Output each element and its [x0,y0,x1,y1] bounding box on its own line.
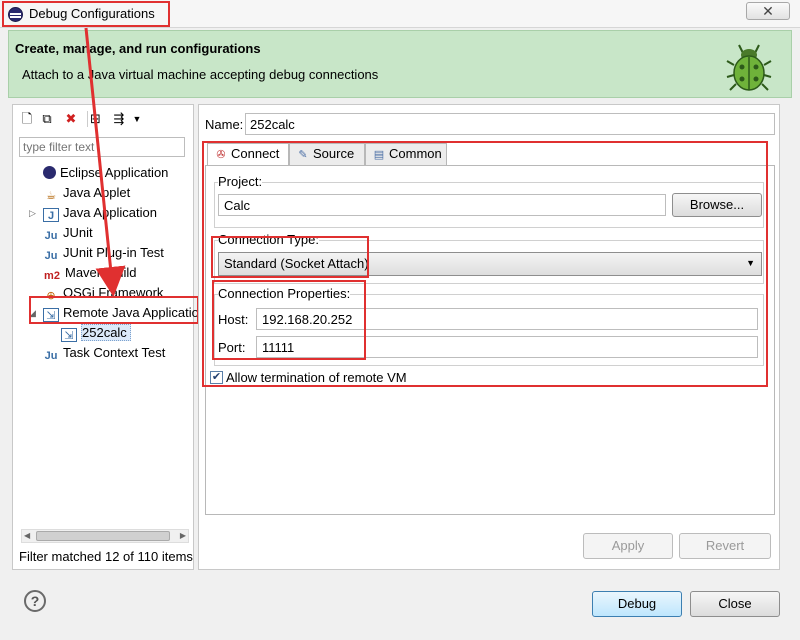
dialog-header: Create, manage, and run configurations A… [8,30,792,98]
header-subtitle: Attach to a Java virtual machine accepti… [22,67,379,82]
tree-item-junit-plugin-test[interactable]: Ju JUnit Plug-in Test [43,243,164,263]
scroll-left-icon[interactable]: ◀ [24,530,30,542]
collapse-all-icon[interactable]: ⊟ [87,111,103,127]
apply-button[interactable]: Apply [583,533,673,559]
horizontal-scrollbar[interactable]: ◀ ▶ [21,529,189,543]
java-application-icon: J [43,208,59,222]
configuration-list-panel: 🗋 ⧉ ✖ ⊟ ⇶ ▼ Eclipse Application ☕Java Ap… [12,104,206,570]
filter-icon[interactable]: ⇶ [111,111,127,127]
remote-launch-icon: ⇲ [61,328,77,342]
config-toolbar: 🗋 ⧉ ✖ ⊟ ⇶ ▼ [17,109,187,131]
filter-input[interactable] [19,137,185,157]
tree-item-junit[interactable]: Ju JUnit [43,223,93,243]
tree-item-java-application[interactable]: J Java Application [43,203,157,223]
maven-icon: m2 [44,270,60,282]
view-menu-chevron-icon[interactable]: ▼ [129,111,145,127]
header-title: Create, manage, and run configurations [15,41,261,56]
eclipse-icon [43,166,56,179]
filter-status: Filter matched 12 of 110 items [19,549,193,564]
name-label: Name: [205,117,244,132]
remote-java-highlight [29,296,199,324]
tree-item-252calc[interactable]: ⇲ 252calc [61,323,131,343]
close-button[interactable]: Close [690,591,780,617]
delete-icon[interactable]: ✖ [63,111,79,127]
junit-plugin-icon: Ju [44,250,58,262]
java-applet-icon: ☕ [46,190,56,202]
title-highlight [2,1,170,27]
name-input[interactable] [245,113,775,135]
connection-properties-highlight [212,280,366,360]
tree-item-task-context-test[interactable]: Ju Task Context Test [43,343,166,363]
tree-item-maven-build[interactable]: m2 Maven Build [43,263,137,283]
debug-button[interactable]: Debug [592,591,682,617]
scrollbar-thumb[interactable] [36,531,170,541]
new-config-icon[interactable]: 🗋 [19,111,35,127]
connection-type-highlight [211,236,369,278]
duplicate-icon[interactable]: ⧉ [39,111,55,127]
junit-icon: Ju [44,230,58,242]
debug-bug-icon [726,44,772,91]
scroll-right-icon[interactable]: ▶ [180,530,186,542]
revert-button[interactable]: Revert [679,533,771,559]
tree-item-eclipse-application[interactable]: Eclipse Application [43,163,168,183]
tree-item-java-applet[interactable]: ☕ Java Applet [43,183,130,203]
window-close-button[interactable]: ✕ [746,2,790,20]
expand-chevron-icon[interactable]: ▷ [29,208,36,219]
task-context-icon: Ju [44,350,58,362]
help-icon[interactable]: ? [24,590,46,612]
